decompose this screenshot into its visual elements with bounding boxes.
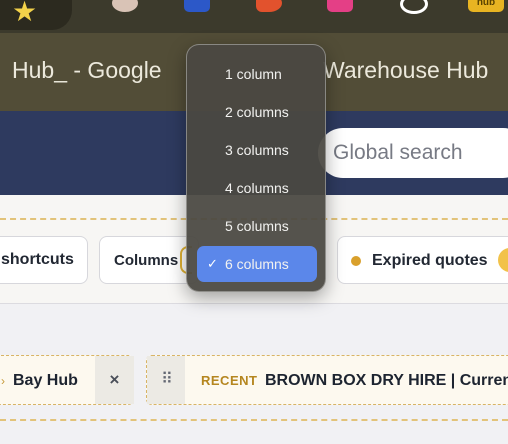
- rocket-icon[interactable]: [256, 0, 282, 12]
- columns-dropdown-menu: 1 column 2 columns 3 columns 4 columns 5…: [186, 44, 326, 292]
- menu-item-2-columns[interactable]: 2 columns: [197, 94, 317, 130]
- recent-tag: RECENT: [201, 373, 258, 388]
- extensions-bar: ★ hub: [0, 0, 508, 33]
- window-title-left: Hub_ - Google: [12, 57, 162, 83]
- recent-card-title: BROWN BOX DRY HIRE | Curren: [265, 372, 508, 389]
- card-edge-icon: ›: [1, 374, 5, 388]
- expired-count-badge: [498, 248, 508, 272]
- menu-item-label: 5 columns: [225, 218, 289, 234]
- bookmark-button[interactable]: ★: [0, 0, 72, 30]
- menu-item-6-columns[interactable]: ✓ 6 columns: [197, 246, 317, 282]
- close-icon[interactable]: ×: [95, 356, 134, 404]
- bottom-divider: [0, 419, 508, 421]
- menu-item-3-columns[interactable]: 3 columns: [197, 132, 317, 168]
- shortcuts-button[interactable]: shortcuts: [0, 236, 88, 284]
- expired-quotes-label: Expired quotes: [372, 252, 488, 269]
- openai-icon[interactable]: [400, 0, 428, 14]
- global-search-input[interactable]: Global search: [318, 128, 508, 178]
- pinned-card-bay-hub[interactable]: › Bay Hub ×: [0, 355, 134, 405]
- check-icon: ✓: [207, 256, 218, 271]
- search-placeholder: Global search: [333, 141, 463, 164]
- shortcuts-label: shortcuts: [1, 251, 74, 268]
- pink-app-icon[interactable]: [327, 0, 353, 12]
- drag-handle-icon[interactable]: ⠿: [147, 356, 185, 404]
- star-icon: ★: [12, 0, 38, 27]
- status-dot-icon: [351, 256, 361, 266]
- avatar-icon[interactable]: [112, 0, 138, 12]
- columns-label: Columns: [114, 252, 179, 269]
- menu-item-label: 3 columns: [225, 142, 289, 158]
- menu-item-5-columns[interactable]: 5 columns: [197, 208, 317, 244]
- menu-item-label: 4 columns: [225, 180, 289, 196]
- menu-item-label: 1 column: [225, 66, 282, 82]
- menu-item-1-column[interactable]: 1 column: [197, 56, 317, 92]
- menu-item-4-columns[interactable]: 4 columns: [197, 170, 317, 206]
- recent-card[interactable]: ⠿ RECENT BROWN BOX DRY HIRE | Curren: [146, 355, 508, 405]
- puzzle-icon[interactable]: [184, 0, 210, 12]
- pinned-card-name: Bay Hub: [13, 372, 78, 389]
- columns-button[interactable]: Columns: [99, 236, 199, 284]
- expired-quotes-filter[interactable]: Expired quotes: [337, 236, 508, 284]
- menu-item-label: 6 columns: [225, 256, 289, 272]
- window-title-right: Warehouse Hub: [323, 57, 489, 83]
- menu-item-label: 2 columns: [225, 104, 289, 120]
- hub-icon[interactable]: hub: [468, 0, 504, 12]
